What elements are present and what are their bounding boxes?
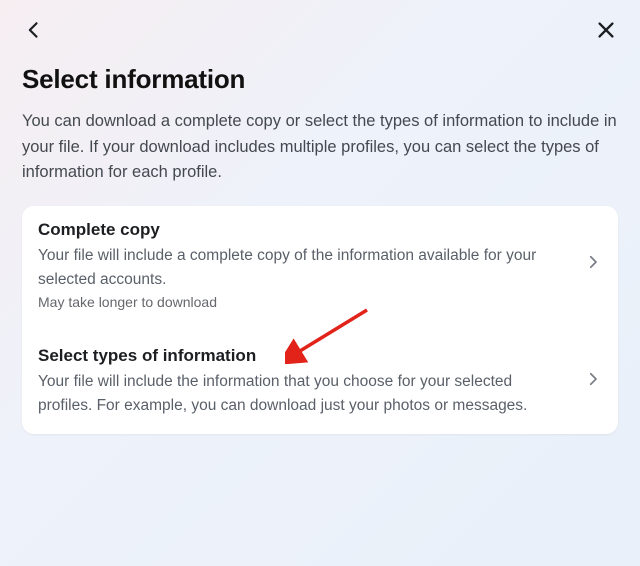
option-note: May take longer to download	[38, 294, 566, 310]
back-button[interactable]	[20, 18, 48, 46]
page-subtitle: You can download a complete copy or sele…	[22, 109, 618, 186]
option-desc: Your file will include the information t…	[38, 370, 566, 418]
option-title: Select types of information	[38, 346, 566, 366]
chevron-right-icon	[584, 253, 602, 276]
option-body: Complete copy Your file will include a c…	[38, 220, 584, 310]
top-bar	[0, 0, 640, 46]
option-select-types[interactable]: Select types of information Your file wi…	[22, 326, 618, 434]
page-title: Select information	[22, 64, 618, 95]
option-title: Complete copy	[38, 220, 566, 240]
close-button[interactable]	[592, 18, 620, 46]
option-body: Select types of information Your file wi…	[38, 346, 584, 418]
close-icon	[595, 19, 617, 46]
content-area: Select information You can download a co…	[0, 46, 640, 434]
option-desc: Your file will include a complete copy o…	[38, 244, 566, 292]
options-card: Complete copy Your file will include a c…	[22, 206, 618, 434]
chevron-right-icon	[584, 370, 602, 393]
chevron-left-icon	[24, 20, 44, 45]
option-complete-copy[interactable]: Complete copy Your file will include a c…	[22, 206, 618, 326]
